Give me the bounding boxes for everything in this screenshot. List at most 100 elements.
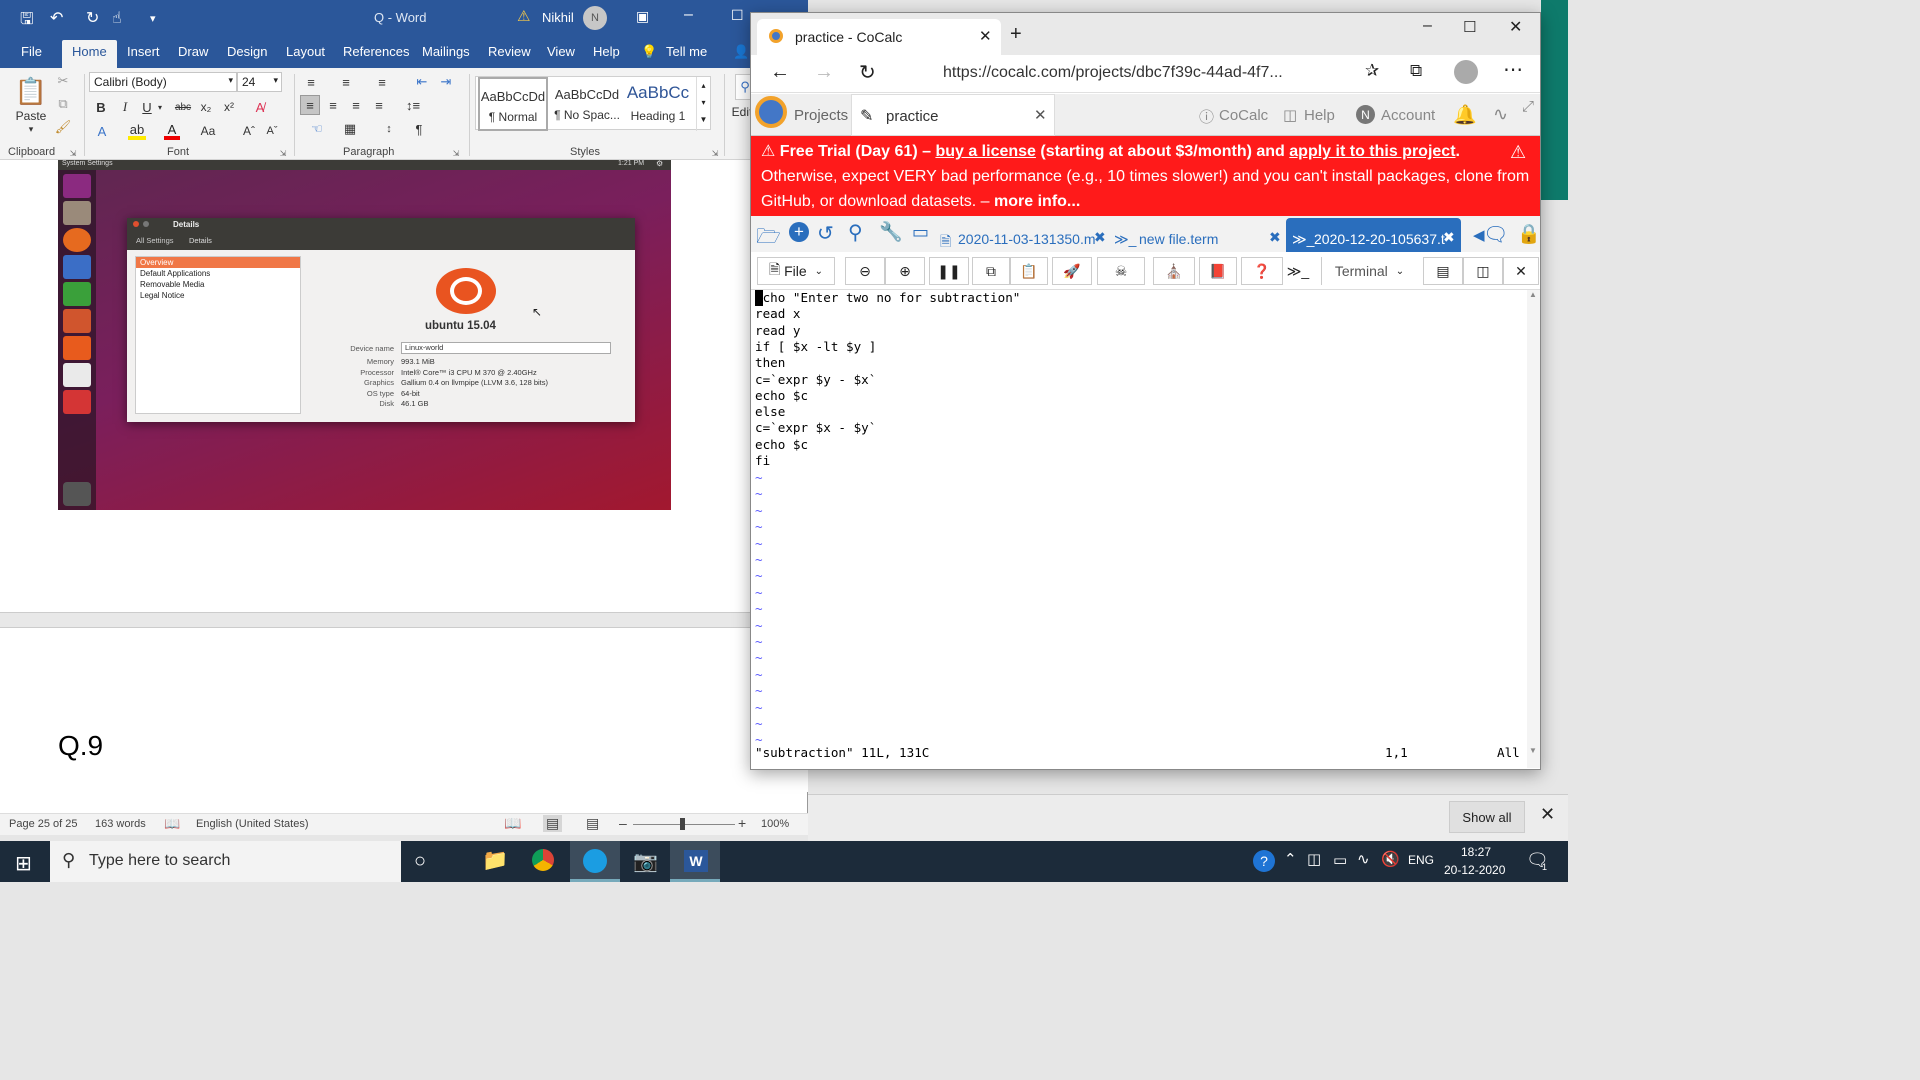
chevron-down-icon[interactable]: ▾	[24, 124, 38, 134]
scroll-up-icon[interactable]: ▲	[1529, 290, 1537, 299]
bullets-icon[interactable]: ≡	[302, 73, 320, 91]
zoom-level[interactable]: 100%	[761, 818, 789, 830]
tab-home[interactable]: Home	[62, 40, 117, 68]
font-size-box[interactable]: 24 ▾	[237, 72, 282, 92]
pause-button[interactable]: ❚❚	[929, 257, 969, 285]
dialog-launcher-icon[interactable]: ⇲	[709, 148, 721, 158]
word-icon[interactable]: W	[684, 850, 708, 872]
forward-icon[interactable]: →	[814, 61, 834, 84]
search-icon[interactable]: ⚲	[848, 220, 863, 245]
chat-icon[interactable]: 🗨	[1483, 222, 1508, 247]
strikethrough-icon[interactable]: abc	[173, 98, 193, 116]
cut-icon[interactable]: ✂	[54, 72, 72, 90]
clear-formatting-icon[interactable]: A̸	[252, 98, 268, 116]
refresh-icon[interactable]: ↻	[859, 60, 876, 85]
minimize-icon[interactable]: –	[1423, 17, 1432, 35]
clock-time[interactable]: 18:27	[1461, 845, 1491, 859]
superscript-icon[interactable]: x²	[221, 98, 237, 116]
style-no-spacing[interactable]: AaBbCcDd ¶ No Spac...	[550, 77, 624, 131]
redo-icon[interactable]: ↻	[86, 8, 99, 28]
buy-license-link[interactable]: buy a license	[935, 143, 1036, 160]
read-mode-icon[interactable]: 📖	[504, 815, 521, 832]
align-center-icon[interactable]: ≡	[324, 95, 342, 115]
lock-icon[interactable]: 🔒	[1517, 222, 1541, 246]
customize-qat-icon[interactable]: ▾	[150, 12, 156, 25]
account-link[interactable]: Account	[1381, 107, 1435, 124]
share-icon[interactable]: 👤	[733, 44, 749, 60]
profile-icon[interactable]	[1454, 60, 1478, 84]
tab-file[interactable]: File	[21, 44, 42, 59]
shrink-font-icon[interactable]: Aˇ	[264, 122, 280, 140]
history-icon[interactable]: ↺	[817, 221, 834, 246]
info-icon[interactable]: ⓘ	[1199, 106, 1214, 127]
maximize-icon[interactable]: ☐	[731, 7, 744, 24]
copy-button[interactable]: ⧉	[972, 257, 1010, 285]
tab-draw[interactable]: Draw	[178, 44, 208, 59]
folder-icon[interactable]: 🗁	[756, 222, 781, 256]
grow-font-icon[interactable]: Aˆ	[241, 122, 257, 140]
zoom-in-icon[interactable]: +	[738, 815, 746, 831]
close-frame-button[interactable]: ✕	[1503, 257, 1539, 285]
help-button[interactable]: ❓	[1241, 257, 1283, 285]
touch-mode-icon[interactable]: ☝	[112, 8, 122, 28]
tab-review[interactable]: Review	[488, 44, 531, 59]
chrome-icon[interactable]	[532, 849, 554, 871]
collections-icon[interactable]: ⧉	[1410, 61, 1422, 81]
doc-heading[interactable]: Q.9	[58, 730, 103, 762]
file-menu[interactable]: 🗎 File ⌄	[757, 257, 835, 285]
project-tab[interactable]: ✎ practice ✕	[851, 94, 1055, 136]
print-layout-icon[interactable]: ▤	[543, 815, 563, 832]
chevron-down-icon[interactable]: ▾	[155, 98, 165, 116]
projects-link[interactable]: Projects	[794, 107, 848, 124]
multilevel-list-icon[interactable]: ≡	[373, 73, 391, 91]
address-bar[interactable]: https://cocalc.com/projects/dbc7f39c-44a…	[897, 58, 1343, 90]
change-case-icon[interactable]: Aa	[199, 122, 217, 140]
show-formatting-icon[interactable]: ¶	[410, 120, 428, 138]
tab-mailings[interactable]: Mailings	[422, 44, 470, 59]
volume-muted-icon[interactable]: 🔇	[1381, 850, 1400, 868]
subscript-icon[interactable]: x₂	[198, 98, 214, 116]
chevron-down-icon[interactable]: ▾	[228, 75, 233, 86]
word-count[interactable]: 163 words	[95, 818, 146, 830]
zoom-out-icon[interactable]: –	[619, 815, 627, 831]
proofing-icon[interactable]: 📖	[164, 816, 180, 832]
chevron-down-icon[interactable]: ▾	[273, 75, 278, 86]
network-icon[interactable]: ∿	[1357, 850, 1370, 868]
close-tab-icon[interactable]: ✕	[979, 27, 992, 45]
battery-icon[interactable]: ▭	[1333, 851, 1347, 869]
minimize-icon[interactable]: –	[684, 6, 693, 24]
paste-button[interactable]: 📋	[1010, 257, 1048, 285]
split-vertical-button[interactable]: ◫	[1463, 257, 1503, 285]
justify-icon[interactable]: ≡	[370, 95, 388, 115]
styles-scroll[interactable]: ▴ ▾ ▼	[696, 77, 710, 131]
style-normal[interactable]: AaBbCcDd ¶ Normal	[478, 77, 548, 131]
font-name-box[interactable]: Calibri (Body) ▾	[89, 72, 237, 92]
style-heading-1[interactable]: AaBbCc Heading 1	[626, 77, 690, 131]
initialize-button[interactable]: 🚀	[1052, 257, 1092, 285]
windows-start-icon[interactable]: ⊞	[15, 851, 32, 876]
show-hidden-icons-icon[interactable]: ⌃	[1284, 850, 1297, 868]
account-avatar[interactable]: N	[1356, 105, 1375, 124]
highlight-icon[interactable]: ab	[128, 122, 146, 140]
file-tab-1[interactable]: 2020-11-03-131350.m	[958, 231, 1098, 247]
new-file-icon[interactable]: +	[789, 222, 809, 242]
file-tab-2[interactable]: new file.term	[1139, 231, 1218, 247]
new-tab-icon[interactable]: +	[1010, 23, 1022, 46]
tell-me-search[interactable]: Tell me	[666, 44, 707, 59]
line-spacing-icon[interactable]: ↕≡	[400, 95, 426, 115]
help-link[interactable]: Help	[1304, 107, 1335, 124]
tab-layout[interactable]: Layout	[286, 44, 325, 59]
underline-icon[interactable]: U	[140, 98, 154, 116]
dialog-launcher-icon[interactable]: ⇲	[277, 148, 289, 158]
wifi-icon[interactable]: ∿	[1493, 104, 1508, 125]
align-right-icon[interactable]: ≡	[347, 95, 365, 115]
cocalc-brand-link[interactable]: CoCalc	[1219, 107, 1268, 124]
wrench-icon[interactable]: 🔧	[879, 220, 903, 244]
clock-date[interactable]: 20-12-2020	[1444, 863, 1505, 877]
paste-button[interactable]: Paste	[12, 108, 50, 124]
warning-icon[interactable]: ⚠	[517, 7, 530, 25]
increase-indent-icon[interactable]: ⇥	[437, 73, 455, 91]
browser-tab[interactable]: practice - CoCalc ✕	[757, 19, 1001, 55]
ribbon-display-icon[interactable]: ▣	[636, 8, 649, 25]
file-explorer-icon[interactable]: 📁	[482, 849, 508, 873]
